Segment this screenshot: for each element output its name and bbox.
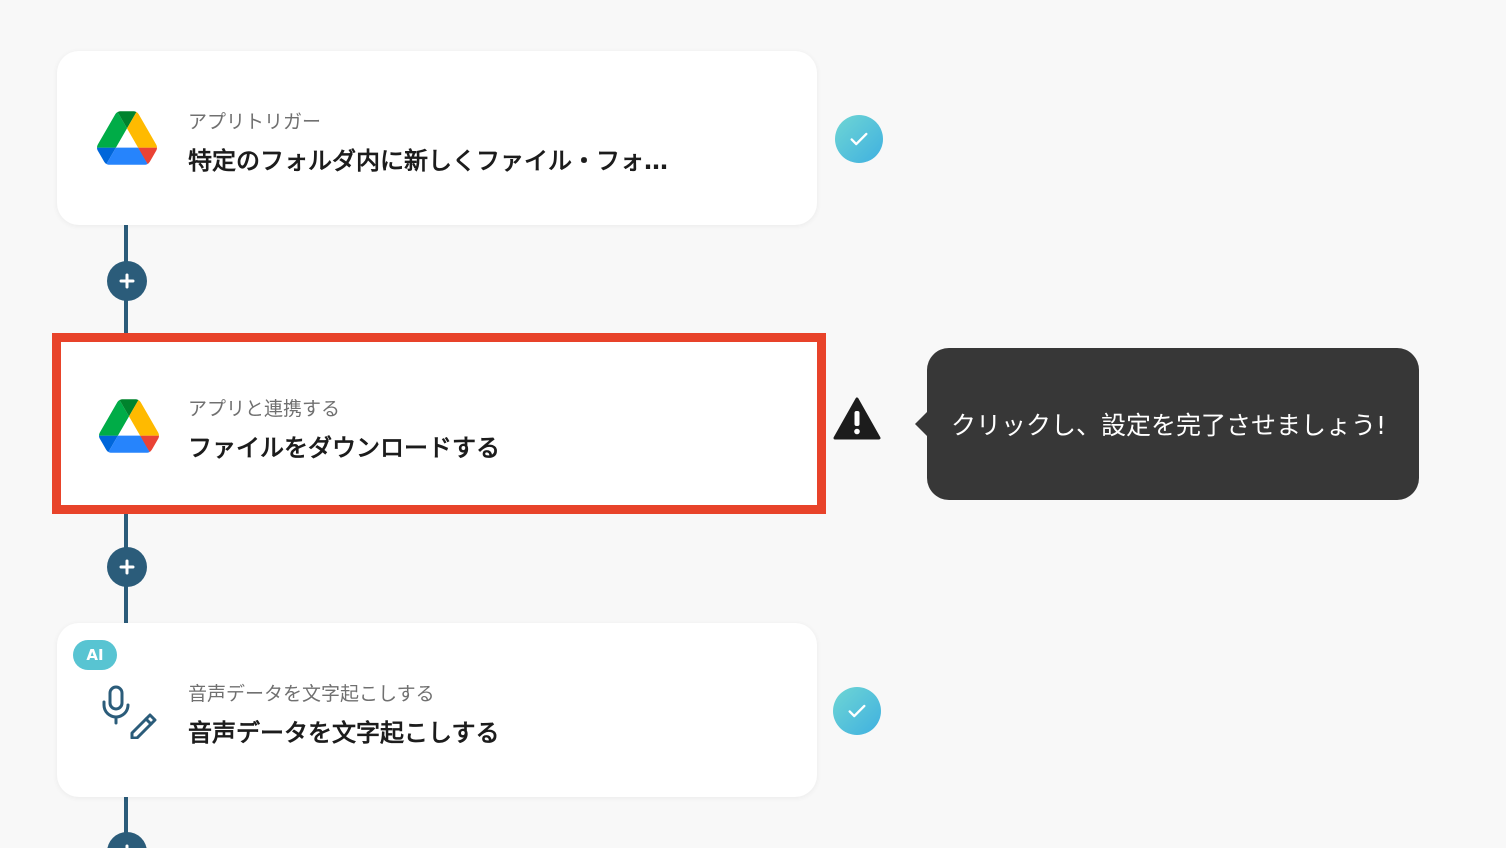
- warning-icon: [833, 397, 881, 440]
- setup-hint-tooltip: クリックし、設定を完了させましょう!: [915, 348, 1419, 500]
- ai-badge: AI: [73, 640, 117, 670]
- flow-step-card-transcribe[interactable]: AI 音声データを文字起こしする 音声データを文字起こしする: [57, 623, 817, 797]
- step-title: 特定のフォルダ内に新しくファイル・フォ…: [188, 147, 668, 175]
- complete-check-icon: [835, 115, 883, 163]
- google-drive-icon: [99, 399, 159, 453]
- tooltip-text: クリックし、設定を完了させましょう!: [951, 411, 1387, 440]
- step-app-label: アプリと連携する: [188, 398, 341, 420]
- plus-icon: [119, 559, 135, 575]
- flow-step-card-trigger[interactable]: アプリトリガー 特定のフォルダ内に新しくファイル・フォ…: [57, 51, 817, 225]
- step-title: 音声データを文字起こしする: [188, 719, 500, 747]
- plus-icon: [125, 844, 129, 848]
- step-app-label: 音声データを文字起こしする: [188, 683, 435, 705]
- flow-canvas: アプリトリガー 特定のフォルダ内に新しくファイル・フォ… アプリと連携する ファ…: [0, 0, 1506, 848]
- add-step-button[interactable]: [107, 832, 147, 848]
- plus-icon: [119, 273, 135, 289]
- google-drive-icon: [97, 111, 157, 165]
- complete-check-icon: [833, 687, 881, 735]
- step-title: ファイルをダウンロードする: [188, 434, 500, 462]
- flow-step-card-download[interactable]: アプリと連携する ファイルをダウンロードする: [52, 333, 826, 514]
- add-step-button[interactable]: [107, 547, 147, 587]
- microphone-pen-icon: [102, 685, 157, 739]
- step-app-label: アプリトリガー: [188, 111, 322, 133]
- add-step-button[interactable]: [107, 261, 147, 301]
